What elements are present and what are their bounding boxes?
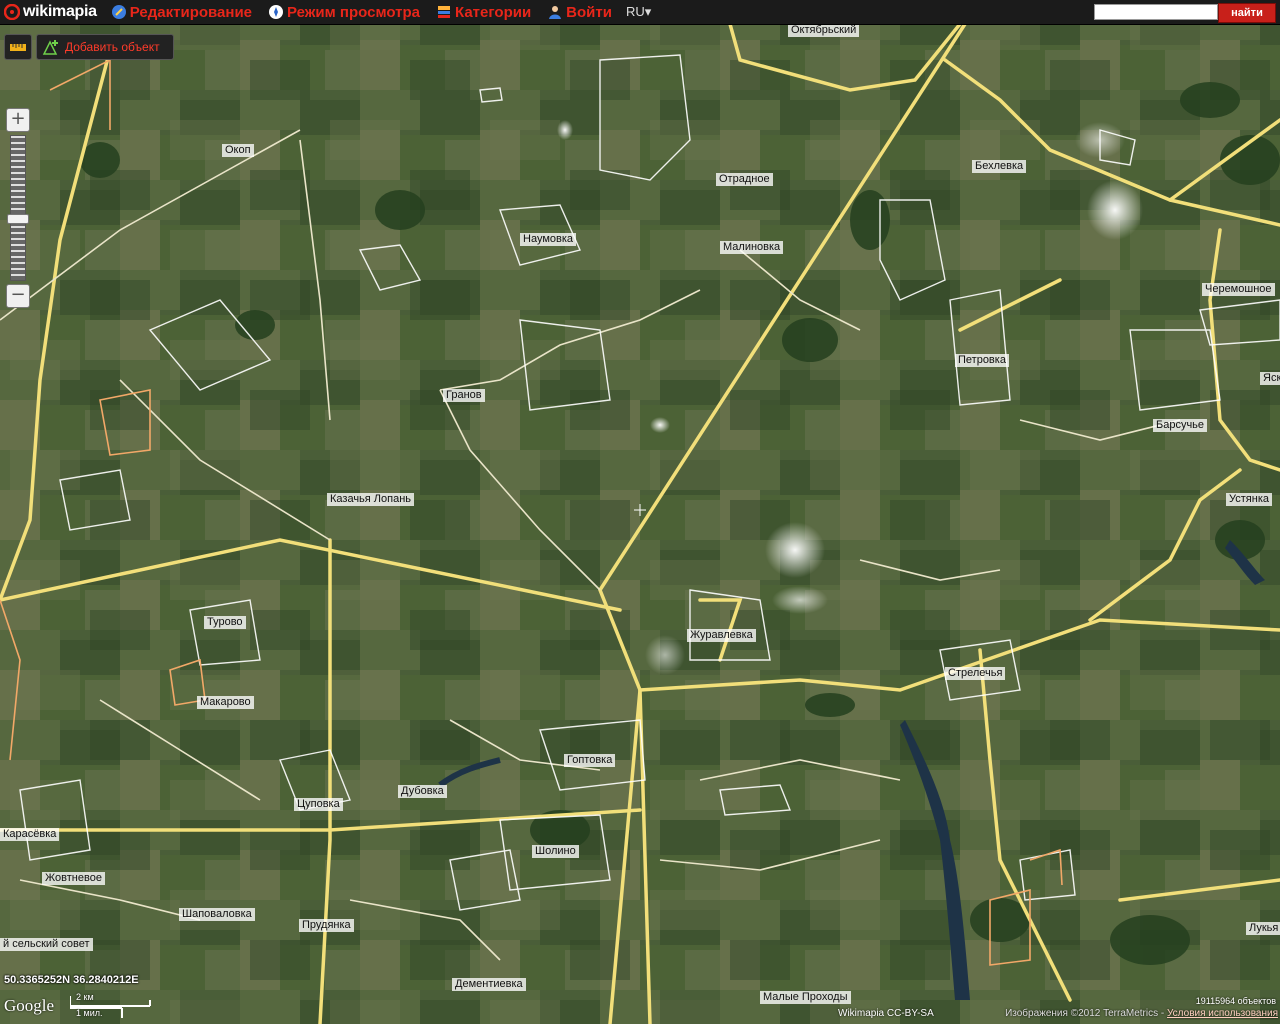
place-label[interactable]: Стрелечья — [945, 667, 1006, 680]
user-icon — [549, 6, 562, 19]
place-label[interactable]: Черемошное — [1202, 283, 1275, 296]
terms-link[interactable]: Условия использования — [1167, 1008, 1278, 1019]
place-label[interactable]: Малые Проходы — [760, 991, 851, 1004]
place-label[interactable]: Карасёвка — [0, 828, 60, 841]
wikimapia-logo-icon — [4, 4, 20, 20]
imagery-credit: Изображения ©2012 TerraMetrics - — [1005, 1008, 1165, 1019]
place-label[interactable]: Наумовка — [520, 233, 577, 246]
satellite-map[interactable] — [0, 0, 1280, 1024]
nav-categories-label: Категории — [454, 3, 532, 21]
zoom-slider[interactable] — [7, 135, 29, 281]
place-label[interactable]: Бехлевка — [972, 160, 1027, 173]
place-label[interactable]: Журавлевка — [687, 629, 756, 642]
top-navigation-bar: wikimapia Редактирование Режим просмотра… — [0, 0, 1280, 25]
object-count: 19115964 объектов — [1195, 996, 1276, 1006]
chevron-down-icon: ▾ — [644, 4, 652, 19]
place-label[interactable]: Петровка — [955, 354, 1009, 367]
license-link[interactable]: Wikimapia CC-BY-SA — [838, 1008, 934, 1019]
search-button[interactable]: найти — [1218, 3, 1276, 23]
place-label[interactable]: Казачья Лопань — [327, 493, 415, 506]
ruler-button[interactable] — [4, 34, 32, 60]
language-selector[interactable]: RU▾ — [620, 4, 657, 20]
nav-edit[interactable]: Редактирование — [103, 0, 260, 24]
scale-km: 2 км — [76, 992, 94, 1002]
zoom-control: + − — [6, 108, 30, 308]
scale-mi: 1 мил. — [76, 1008, 103, 1018]
place-label[interactable]: Шаповаловка — [179, 908, 255, 921]
nav-categories[interactable]: Категории — [428, 0, 539, 24]
edit-icon — [111, 5, 126, 19]
place-label[interactable]: Малиновка — [720, 241, 784, 254]
nav-login-label: Войти — [566, 3, 612, 21]
add-object-button[interactable]: Добавить объект — [36, 34, 174, 60]
place-label[interactable]: Дементиевка — [452, 978, 526, 991]
zoom-slider-thumb[interactable] — [7, 214, 29, 224]
place-label[interactable]: й сельский совет — [0, 938, 93, 951]
place-label[interactable]: Шолино — [532, 845, 579, 858]
place-label[interactable]: Барсучье — [1153, 419, 1208, 432]
ruler-icon — [10, 44, 26, 51]
nav-view-mode-label: Режим просмотра — [287, 3, 420, 21]
imagery-attribution: Изображения ©2012 TerraMetrics - Условия… — [1005, 1008, 1278, 1019]
place-label[interactable]: Октябрьский — [788, 24, 860, 37]
search-input[interactable] — [1094, 4, 1218, 20]
nav-edit-label: Редактирование — [129, 3, 253, 21]
place-label[interactable]: Цуповка — [294, 798, 343, 811]
zoom-out-button[interactable]: − — [6, 284, 30, 308]
wikimapia-logo[interactable]: wikimapia — [0, 0, 103, 24]
place-label[interactable]: Макарово — [197, 696, 254, 709]
language-label: RU — [625, 4, 645, 19]
place-label[interactable]: Отрадное — [716, 173, 773, 186]
compass-icon — [269, 5, 284, 19]
nav-login[interactable]: Войти — [539, 0, 620, 24]
google-logo[interactable]: Google — [4, 996, 54, 1016]
place-label[interactable]: Яск — [1260, 372, 1280, 385]
place-label[interactable]: Дубовка — [398, 785, 447, 798]
place-label[interactable]: Прудянка — [299, 919, 354, 932]
place-label[interactable]: Устянка — [1226, 493, 1272, 506]
categories-icon — [437, 6, 450, 18]
place-label[interactable]: Окоп — [222, 144, 254, 157]
zoom-in-button[interactable]: + — [6, 108, 30, 132]
place-label[interactable]: Жовтневое — [42, 872, 105, 885]
place-label[interactable]: Гранов — [443, 389, 485, 402]
add-object-icon — [42, 40, 58, 55]
place-label[interactable]: Турово — [204, 616, 246, 629]
place-label[interactable]: Лукья — [1246, 922, 1280, 935]
cursor-coordinates: 50.3365252N 36.2840212E — [4, 974, 139, 986]
nav-view-mode[interactable]: Режим просмотра — [260, 0, 428, 24]
map-scale: 2 км 1 мил. — [70, 992, 156, 1022]
logo-text: wikimapia — [23, 3, 97, 20]
place-label[interactable]: Гоптовка — [564, 754, 616, 767]
add-object-label: Добавить объект — [65, 40, 160, 54]
